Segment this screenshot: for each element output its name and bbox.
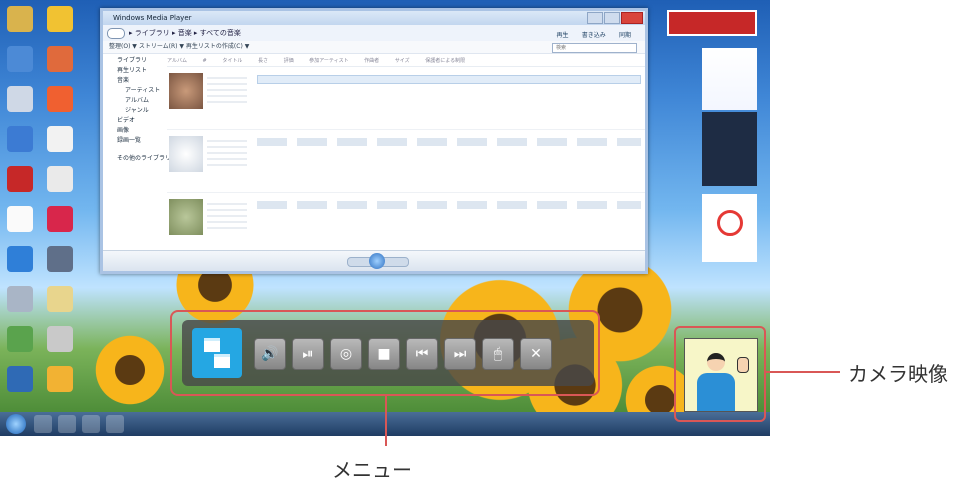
sidebar-item-album[interactable]: アルバム (103, 96, 165, 106)
taskbar-folder-icon[interactable] (58, 415, 76, 433)
library-content: アルバム # タイトル 長さ 評価 参加アーティスト 作曲者 サイズ 保護者によ… (167, 56, 645, 256)
window-controls (586, 12, 643, 24)
column-header[interactable]: 保護者による制限 (425, 56, 465, 66)
desktop-shortcut[interactable] (30, 86, 90, 114)
column-header[interactable]: 参加アーティスト (309, 56, 348, 66)
desktop-shortcut[interactable] (30, 6, 90, 34)
album-art (169, 136, 203, 172)
brand-logo-icon (716, 210, 743, 236)
sunflower-image (90, 330, 170, 410)
desktop-shortcut[interactable] (30, 166, 90, 194)
desktop-shortcut[interactable] (30, 126, 90, 154)
column-header[interactable]: タイトル (222, 56, 242, 66)
menu-label: メニュー (332, 458, 412, 482)
support-icon (47, 366, 73, 392)
playback-controls (103, 250, 645, 271)
window-titlebar[interactable]: Windows Media Player (103, 11, 645, 25)
disc-icon (47, 326, 73, 352)
album-art (169, 199, 203, 235)
track-row[interactable] (257, 138, 641, 146)
column-headers: アルバム # タイトル 長さ 評価 参加アーティスト 作曲者 サイズ 保護者によ… (167, 56, 645, 67)
sidebar-item-video[interactable]: ビデオ (103, 116, 165, 126)
dictionary-gadget[interactable] (702, 112, 757, 186)
tv-icon (47, 126, 73, 152)
menu-highlight (170, 310, 600, 396)
album-info (207, 73, 247, 107)
taskbar-app-icon[interactable] (106, 415, 124, 433)
sidebar-item-library[interactable]: ライブラリ (103, 56, 165, 66)
desktop-shortcut[interactable] (30, 366, 90, 394)
camera-label: カメラ映像 (848, 362, 948, 386)
manual-icon (47, 166, 73, 192)
breadcrumb[interactable]: ▸ ライブラリ ▸ 音楽 ▸ すべての音楽 (129, 29, 241, 37)
sidebar-item-artist[interactable]: アーティスト (103, 86, 165, 96)
desktop-shortcut[interactable] (30, 206, 90, 234)
toolbar-menus[interactable]: 整理(O) ▼ ストリーム(R) ▼ 再生リストの作成(C) ▼ (109, 43, 249, 50)
column-header[interactable]: 評価 (284, 56, 294, 66)
column-header[interactable]: 長さ (258, 56, 268, 66)
desktop-shortcut[interactable] (30, 326, 90, 354)
desktop-shortcut[interactable] (30, 46, 90, 74)
tool-icon (47, 246, 73, 272)
mail-icon (47, 86, 73, 112)
library-sidebar: ライブラリ 再生リスト 音楽 アーティスト アルバム ジャンル ビデオ 画像 録… (103, 56, 171, 256)
search-input[interactable]: 検索 (552, 43, 637, 53)
azbyclub-gadget[interactable] (702, 48, 757, 110)
column-header[interactable]: # (203, 56, 207, 66)
desktop-shortcut[interactable] (30, 286, 90, 314)
album-info (207, 199, 247, 233)
track-row[interactable] (257, 75, 641, 84)
nav-bar: ▸ ライブラリ ▸ 音楽 ▸ すべての音楽 再生 書き込み 同期 (103, 25, 645, 41)
menu-leader-line (385, 396, 387, 446)
back-forward-icon[interactable] (107, 28, 125, 39)
user-icon (47, 46, 73, 72)
album-art (169, 73, 203, 109)
sidebar-item-music[interactable]: 音楽 (103, 76, 165, 86)
window-title: Windows Media Player (113, 14, 192, 22)
column-header[interactable]: アルバム (167, 56, 187, 66)
desktop-shortcut[interactable] (30, 246, 90, 274)
sidebar-item-genre[interactable]: ジャンル (103, 106, 165, 116)
camera-highlight (674, 326, 766, 422)
sidebar-item-pictures[interactable]: 画像 (103, 126, 165, 136)
maximize-icon[interactable] (604, 12, 620, 24)
sidebar-item-recordings[interactable]: 録画一覧 (103, 136, 165, 146)
column-header[interactable]: サイズ (395, 56, 410, 66)
opera-icon (47, 206, 73, 232)
media-player-window[interactable]: Windows Media Player ▸ ライブラリ ▸ 音楽 ▸ すべての… (100, 8, 648, 274)
track-row[interactable] (257, 201, 641, 209)
album-group[interactable] (167, 130, 645, 193)
camera-leader-line (766, 371, 840, 373)
play-icon[interactable] (369, 253, 385, 269)
taskbar-media-icon[interactable] (82, 415, 100, 433)
column-header[interactable]: 作曲者 (364, 56, 379, 66)
start-button[interactable] (6, 414, 26, 434)
registration-banner[interactable] (667, 10, 757, 36)
minimize-icon[interactable] (587, 12, 603, 24)
logo-gadget[interactable] (702, 194, 757, 262)
toolbar: 整理(O) ▼ ストリーム(R) ▼ 再生リストの作成(C) ▼ 検索 (103, 41, 645, 54)
internet-icon (47, 6, 73, 32)
album-group[interactable] (167, 67, 645, 130)
sidebar-item-playlists[interactable]: 再生リスト (103, 66, 165, 76)
taskbar-ie-icon[interactable] (34, 415, 52, 433)
album-group[interactable] (167, 193, 645, 256)
close-icon[interactable] (621, 12, 643, 24)
folder-icon (47, 286, 73, 312)
album-info (207, 136, 247, 170)
sidebar-item-other-libraries[interactable]: その他のライブラリ (103, 154, 171, 164)
